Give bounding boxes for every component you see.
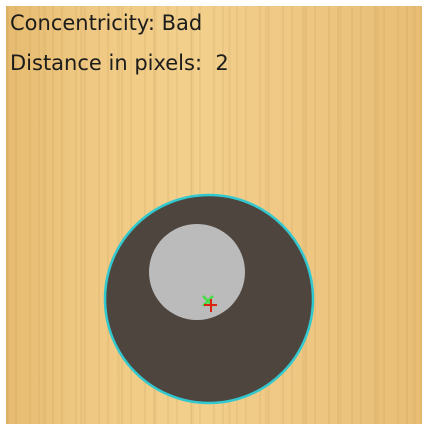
inner-circle [149, 224, 245, 320]
inspection-overlay [103, 193, 315, 405]
